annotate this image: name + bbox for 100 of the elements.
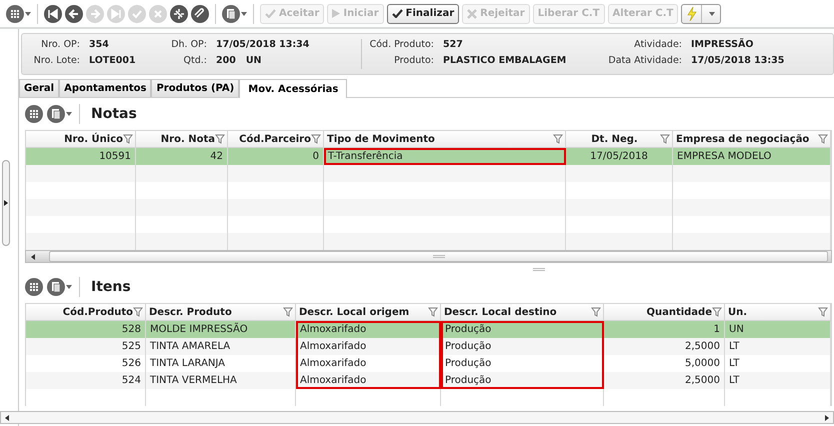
field-label: Dh. OP:	[170, 39, 207, 50]
grid-menu-icon[interactable]	[25, 278, 43, 296]
table-cell: EMPRESA MODELO	[673, 148, 831, 165]
filter-icon[interactable]	[591, 307, 601, 317]
field-value: 17/05/2018 13:34	[216, 39, 310, 50]
filter-icon[interactable]	[311, 134, 321, 144]
document-menu-button[interactable]	[47, 105, 72, 123]
table-cell: TINTA VERMELHA	[146, 372, 296, 389]
check-icon	[392, 9, 403, 18]
column-header[interactable]: Quantidade	[604, 304, 725, 321]
filter-icon[interactable]	[133, 307, 143, 317]
field-value: 354	[89, 39, 109, 50]
filter-icon[interactable]	[283, 307, 293, 317]
field-value: 17/05/2018 13:35	[691, 55, 784, 66]
table-cell: UN	[725, 321, 831, 338]
table-cell: 1	[604, 321, 725, 338]
caret-icon	[66, 112, 72, 116]
scroll-right-icon[interactable]	[823, 414, 831, 422]
expand-icon	[4, 200, 8, 206]
tab[interactable]: Geral	[19, 79, 60, 97]
table-cell: 524	[26, 372, 146, 389]
column-header[interactable]: Dt. Neg.	[566, 131, 673, 148]
field-label: Data Atividade:	[607, 55, 682, 66]
table-cell: 17/05/2018	[566, 148, 673, 165]
field-value: LOTE001	[89, 55, 136, 66]
field-label: Produto:	[393, 55, 434, 66]
table-cell: LT	[725, 338, 831, 355]
table-cell: 42	[136, 148, 228, 165]
scroll-left-icon[interactable]	[29, 252, 37, 260]
lightning-icon	[686, 6, 697, 20]
refresh-icon[interactable]	[170, 4, 188, 22]
column-header[interactable]: Descr. Produto	[146, 304, 296, 321]
table-cell: 0	[228, 148, 324, 165]
tab[interactable]: Apontamentos	[59, 79, 152, 97]
caret-icon	[25, 12, 31, 16]
table-cell: TINTA AMARELA	[146, 338, 296, 355]
field-value: 527	[443, 39, 463, 50]
field-label: Atividade:	[633, 39, 682, 50]
grid-menu-button[interactable]	[6, 4, 31, 22]
filter-icon[interactable]	[215, 134, 225, 144]
paperclip-icon[interactable]	[191, 4, 209, 22]
table-cell: Produção	[441, 338, 604, 355]
filter-icon[interactable]	[818, 134, 828, 144]
field-label: Nro. Lote:	[32, 55, 80, 66]
check-icon	[265, 9, 276, 18]
table-cell: LT	[725, 372, 831, 389]
grid-menu-icon[interactable]	[6, 4, 24, 22]
column-header[interactable]: Nro. Único	[26, 131, 136, 148]
filter-icon[interactable]	[660, 134, 670, 144]
filter-icon[interactable]	[712, 307, 722, 317]
column-header[interactable]: Descr. Local origem	[296, 304, 441, 321]
table-cell: 2,5000	[604, 338, 725, 355]
back-icon[interactable]	[65, 4, 83, 22]
scroll-left-icon[interactable]	[3, 414, 11, 422]
column-header[interactable]: Cód.Produto	[26, 304, 146, 321]
horizontal-scrollbar[interactable]	[25, 250, 832, 263]
tab[interactable]: Produtos (PA)	[151, 79, 240, 97]
cross-icon	[467, 8, 478, 18]
unit-value: UN	[246, 55, 262, 66]
column-header[interactable]: Descr. Local destino	[441, 304, 604, 321]
caret-icon	[241, 12, 247, 16]
table-cell: 10591	[26, 148, 136, 165]
field-value: IMPRESSÃO	[691, 39, 754, 50]
play-icon	[332, 9, 340, 18]
filter-icon[interactable]	[123, 134, 133, 144]
table-cell: 525	[26, 338, 146, 355]
caret-icon	[708, 12, 715, 16]
field-value: PLASTICO EMBALAGEM	[443, 55, 566, 66]
action-button[interactable]: Finalizar	[386, 4, 460, 24]
caret-icon	[66, 285, 72, 289]
document-menu-button[interactable]	[47, 278, 72, 296]
column-header[interactable]: Un.	[725, 304, 831, 321]
column-header[interactable]: Tipo de Movimento	[324, 131, 566, 148]
grid-menu-icon[interactable]	[25, 105, 43, 123]
document-icon[interactable]	[222, 4, 240, 22]
field-label: Nro. OP:	[40, 39, 80, 50]
filter-icon[interactable]	[553, 134, 563, 144]
document-icon[interactable]	[47, 105, 65, 123]
document-menu-button[interactable]	[222, 4, 247, 22]
first-icon[interactable]	[44, 4, 62, 22]
column-header[interactable]: Empresa de negociação	[673, 131, 831, 148]
filter-icon[interactable]	[818, 307, 828, 317]
section-title: Itens	[91, 279, 131, 295]
column-header[interactable]: Nro. Nota	[136, 131, 228, 148]
field-label: Cód. Produto:	[368, 39, 434, 50]
splitter-handle[interactable]	[532, 268, 544, 270]
table-cell: 2,5000	[604, 372, 725, 389]
tab[interactable]: Mov. Acessórias	[239, 79, 348, 98]
filter-icon[interactable]	[428, 307, 438, 317]
horizontal-scrollbar[interactable]	[0, 411, 834, 424]
table-cell: Almoxarifado	[296, 338, 441, 355]
lightning-menu-button[interactable]	[681, 4, 722, 24]
field-label: Qtd.:	[182, 55, 207, 66]
side-panel-toggle[interactable]	[2, 160, 10, 246]
table-cell: MOLDE IMPRESSÃO	[146, 321, 296, 338]
table-cell: 528	[26, 321, 146, 338]
field-value: 200	[216, 55, 236, 66]
column-header[interactable]: Cód.Parceiro	[228, 131, 324, 148]
section-title: Notas	[91, 106, 137, 122]
document-icon[interactable]	[47, 278, 65, 296]
